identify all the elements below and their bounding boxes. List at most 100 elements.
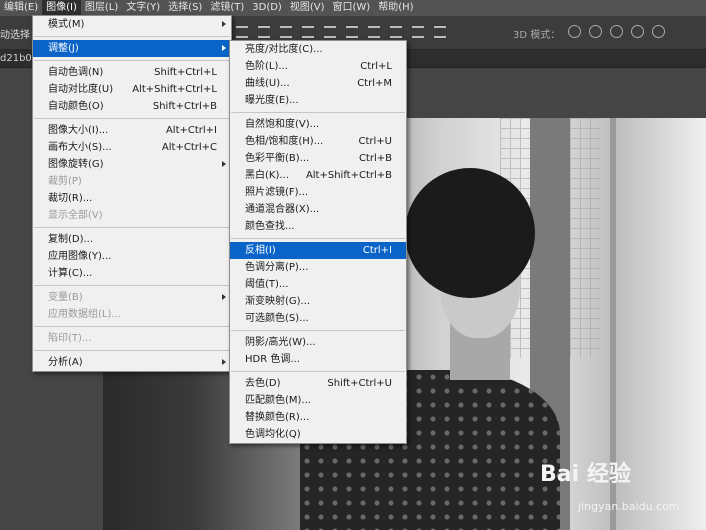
menu-item-label: 匹配颜色(M)... — [245, 395, 311, 406]
menu-item[interactable]: 照片滤镜(F)... — [230, 184, 406, 201]
menu-item-label: 裁切(R)... — [48, 193, 93, 204]
3d-roll-icon[interactable] — [589, 25, 602, 38]
hair — [405, 168, 535, 298]
menu-item-label: 渐变映射(G)... — [245, 296, 311, 307]
menu-item: 陷印(T)... — [33, 330, 231, 347]
menu-item: 显示全部(V) — [33, 207, 231, 224]
menubar-item[interactable]: 3D(D) — [248, 0, 286, 16]
menu-item[interactable]: 去色(D) Shift+Ctrl+U — [230, 375, 406, 392]
3d-mode-label: 3D 模式： — [513, 30, 561, 41]
menubar-item[interactable]: 滤镜(T) — [206, 0, 248, 16]
menu-separator — [34, 36, 230, 37]
3d-mode-icons — [568, 25, 665, 38]
menu-item-label: 曝光度(E)... — [245, 95, 299, 106]
menu-item[interactable]: 应用图像(Y)... — [33, 248, 231, 265]
menu-item-label: 通道混合器(X)... — [245, 204, 320, 215]
align-icons — [236, 26, 446, 38]
image-menu: 模式(M) 调整(J) 自动色调(N) Shift+Ctrl+L 自动对比度(U) Alt… — [32, 15, 232, 372]
menubar-item[interactable]: 文字(Y) — [122, 0, 164, 16]
menu-item-label: 应用数据组(L)... — [48, 309, 121, 320]
3d-slide-icon[interactable] — [631, 25, 644, 38]
distribute-top-icon[interactable] — [302, 26, 314, 38]
menubar-item[interactable]: 选择(S) — [164, 0, 206, 16]
menu-item[interactable]: 模式(M) — [33, 16, 231, 33]
menu-separator — [231, 112, 405, 113]
menu-item-label: 陷印(T)... — [48, 333, 92, 344]
menu-item[interactable]: 画布大小(S)... Alt+Ctrl+C — [33, 139, 231, 156]
menubar-item[interactable]: 编辑(E) — [0, 0, 42, 16]
menu-item-label: 色彩平衡(B)... — [245, 153, 310, 164]
menu-separator — [34, 227, 230, 228]
menu-item[interactable]: 曲线(U)... Ctrl+M — [230, 75, 406, 92]
distribute-vcenter-icon[interactable] — [324, 26, 336, 38]
menu-item[interactable]: 分析(A) — [33, 354, 231, 371]
menubar-item[interactable]: 图层(L) — [81, 0, 122, 16]
menu-item[interactable]: 自动颜色(O) Shift+Ctrl+B — [33, 98, 231, 115]
menu-item[interactable]: 自然饱和度(V)... — [230, 116, 406, 133]
menu-item-shortcut: Alt+Ctrl+I — [165, 125, 217, 136]
menu-item[interactable]: 色彩平衡(B)... Ctrl+B — [230, 150, 406, 167]
menu-separator — [34, 60, 230, 61]
menu-item[interactable]: 图像大小(I)... Alt+Ctrl+I — [33, 122, 231, 139]
menu-item-label: 色阶(L)... — [245, 61, 288, 72]
menu-item[interactable]: 反相(I) Ctrl+I — [230, 242, 406, 259]
menu-item[interactable]: 调整(J) — [33, 40, 231, 57]
menu-item-label: 模式(M) — [48, 19, 85, 30]
distribute-bottom-icon[interactable] — [346, 26, 358, 38]
3d-pan-icon[interactable] — [610, 25, 623, 38]
menu-item[interactable]: 裁切(R)... — [33, 190, 231, 207]
menu-item-shortcut: Ctrl+U — [358, 136, 393, 147]
menu-item[interactable]: 计算(C)... — [33, 265, 231, 282]
menu-item[interactable]: 亮度/对比度(C)... — [230, 41, 406, 58]
distribute-left-icon[interactable] — [368, 26, 380, 38]
menu-item[interactable]: 匹配颜色(M)... — [230, 392, 406, 409]
menu-item[interactable]: 可选颜色(S)... — [230, 310, 406, 327]
menu-item[interactable]: 替换颜色(R)... — [230, 409, 406, 426]
menu-item[interactable]: 复制(D)... — [33, 231, 231, 248]
menu-separator — [34, 326, 230, 327]
menu-item-label: 变量(B) — [48, 292, 83, 303]
menu-item[interactable]: 色调分离(P)... — [230, 259, 406, 276]
menu-item[interactable]: 阈值(T)... — [230, 276, 406, 293]
menu-item[interactable]: 颜色查找... — [230, 218, 406, 235]
3d-scale-icon[interactable] — [652, 25, 665, 38]
menu-item-label: 复制(D)... — [48, 234, 94, 245]
menu-item[interactable]: 色调均化(Q) — [230, 426, 406, 443]
menu-item[interactable]: 通道混合器(X)... — [230, 201, 406, 218]
menu-item[interactable]: HDR 色调... — [230, 351, 406, 368]
menu-item-shortcut: Shift+Ctrl+B — [152, 101, 217, 112]
submenu-arrow-icon — [222, 161, 226, 167]
menu-item[interactable]: 黑白(K)... Alt+Shift+Ctrl+B — [230, 167, 406, 184]
menu-item[interactable]: 色相/饱和度(H)... Ctrl+U — [230, 133, 406, 150]
menu-item[interactable]: 色阶(L)... Ctrl+L — [230, 58, 406, 75]
menu-item-label: 阴影/高光(W)... — [245, 337, 316, 348]
menu-item-label: 亮度/对比度(C)... — [245, 44, 323, 55]
distribute-right-icon[interactable] — [412, 26, 424, 38]
menubar-item[interactable]: 帮助(H) — [374, 0, 417, 16]
menu-item[interactable]: 自动色调(N) Shift+Ctrl+L — [33, 64, 231, 81]
menu-separator — [231, 371, 405, 372]
menu-item-label: 色调分离(P)... — [245, 262, 309, 273]
auto-align-icon[interactable] — [434, 26, 446, 38]
menu-item[interactable]: 阴影/高光(W)... — [230, 334, 406, 351]
align-top-icon[interactable] — [236, 26, 248, 38]
align-vcenter-icon[interactable] — [258, 26, 270, 38]
submenu-arrow-icon — [222, 359, 226, 365]
menu-item-shortcut: Ctrl+B — [358, 153, 392, 164]
menu-item[interactable]: 渐变映射(G)... — [230, 293, 406, 310]
menu-item-label: 替换颜色(R)... — [245, 412, 310, 423]
menu-item-shortcut: Ctrl+L — [360, 61, 392, 72]
menu-item[interactable]: 图像旋转(G) — [33, 156, 231, 173]
menu-item-shortcut: Alt+Shift+Ctrl+B — [305, 170, 392, 181]
menubar-item[interactable]: 视图(V) — [286, 0, 329, 16]
menu-item[interactable]: 自动对比度(U) Alt+Shift+Ctrl+L — [33, 81, 231, 98]
menu-item[interactable]: 曝光度(E)... — [230, 92, 406, 109]
menubar-item[interactable]: 窗口(W) — [329, 0, 375, 16]
3d-rotate-icon[interactable] — [568, 25, 581, 38]
menu-separator — [231, 238, 405, 239]
align-bottom-icon[interactable] — [280, 26, 292, 38]
menu-item-shortcut: Alt+Ctrl+C — [161, 142, 217, 153]
menubar-item[interactable]: 图像(I) — [42, 0, 81, 16]
distribute-hcenter-icon[interactable] — [390, 26, 402, 38]
menu-item: 裁剪(P) — [33, 173, 231, 190]
